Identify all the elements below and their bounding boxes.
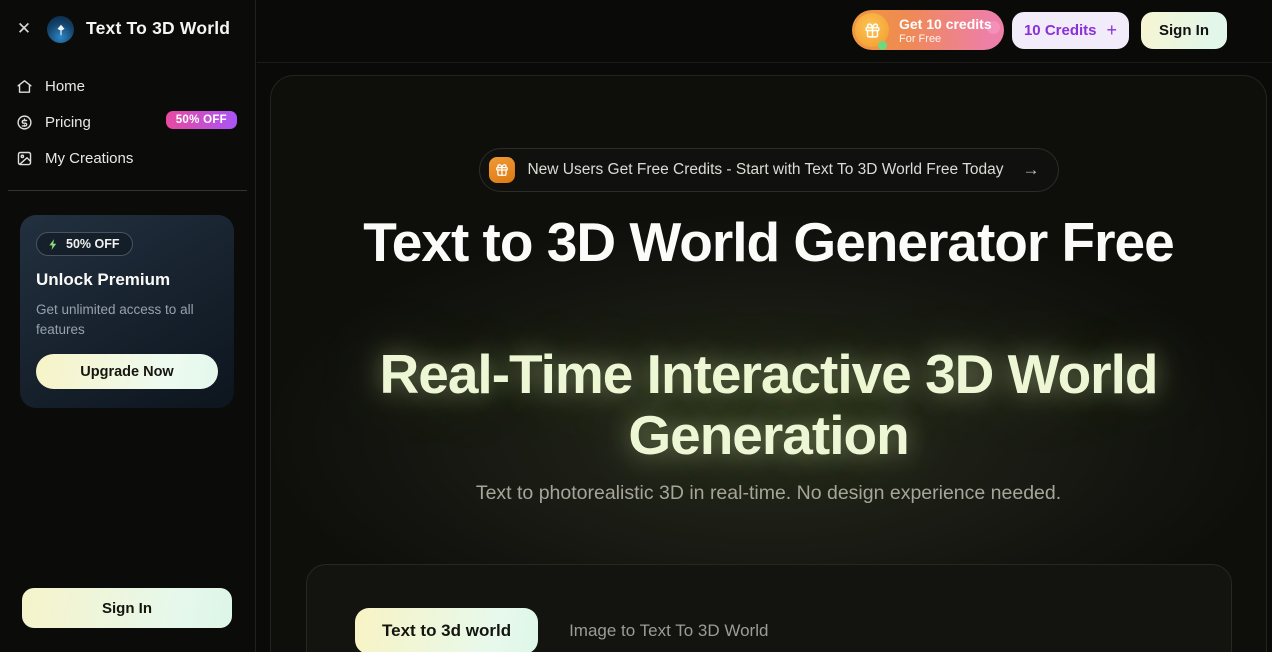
- sidebar-item-label: Home: [45, 78, 85, 95]
- app-title: Text To 3D World: [86, 18, 230, 39]
- premium-card: 50% OFF Unlock Premium Get unlimited acc…: [20, 215, 234, 408]
- page-title: Text to 3D World Generator Free: [339, 212, 1199, 273]
- pricing-icon: [16, 114, 33, 131]
- generator-panel: Text to 3d world Image to Text To 3D Wor…: [306, 564, 1232, 652]
- app-logo: [47, 16, 74, 43]
- premium-discount-pill: 50% OFF: [36, 232, 133, 256]
- credits-balance-button[interactable]: 10 Credits +: [1012, 12, 1129, 49]
- get-free-credits-button[interactable]: Get 10 credits For Free: [852, 10, 1004, 50]
- sidebar-item-label: My Creations: [45, 150, 133, 167]
- arrow-right-icon: →: [1023, 160, 1040, 180]
- page-subtitle-glow: Real-Time Interactive 3D World Generatio…: [289, 344, 1249, 466]
- tab-text-to-3d-world[interactable]: Text to 3d world: [355, 608, 538, 652]
- logo-icon: [54, 23, 68, 37]
- image-icon: [16, 150, 33, 167]
- free-credits-title: Get 10 credits: [899, 16, 992, 32]
- header-divider: [257, 62, 1272, 63]
- sidebar-item-pricing[interactable]: Pricing: [16, 110, 91, 134]
- sidebar: ✕ Text To 3D World Home Pricing 50% OFF …: [0, 0, 256, 652]
- gift-icon: [494, 163, 508, 177]
- decor-dot-green: [878, 41, 887, 50]
- upgrade-now-button[interactable]: Upgrade Now: [36, 354, 218, 389]
- gift-icon: [864, 22, 881, 39]
- banner-text: New Users Get Free Credits - Start with …: [527, 161, 1003, 179]
- sidebar-item-my-creations[interactable]: My Creations: [16, 146, 133, 170]
- pricing-discount-badge: 50% OFF: [166, 111, 237, 129]
- premium-description: Get unlimited access to all features: [36, 300, 196, 340]
- sidebar-item-label: Pricing: [45, 114, 91, 131]
- credits-count: 10 Credits: [1024, 22, 1097, 39]
- banner-gift-square: [488, 157, 514, 183]
- free-credits-subtitle: For Free: [899, 33, 992, 45]
- close-icon[interactable]: ✕: [13, 18, 35, 40]
- lightning-icon: [47, 238, 60, 251]
- header-sign-in-button[interactable]: Sign In: [1141, 12, 1227, 49]
- sidebar-sign-in-button[interactable]: Sign In: [22, 588, 232, 628]
- generator-tabs: Text to 3d world Image to Text To 3D Wor…: [307, 565, 1231, 652]
- sidebar-divider: [8, 190, 247, 191]
- sidebar-item-home[interactable]: Home: [16, 74, 85, 98]
- tagline: Text to photorealistic 3D in real-time. …: [271, 482, 1266, 505]
- tab-image-to-3d-world[interactable]: Image to Text To 3D World: [569, 621, 768, 641]
- home-icon: [16, 78, 33, 95]
- promo-banner[interactable]: New Users Get Free Credits - Start with …: [478, 148, 1058, 192]
- main-content: New Users Get Free Credits - Start with …: [270, 75, 1267, 652]
- premium-discount-label: 50% OFF: [66, 237, 120, 251]
- premium-title: Unlock Premium: [36, 270, 218, 290]
- plus-icon: +: [1107, 20, 1118, 41]
